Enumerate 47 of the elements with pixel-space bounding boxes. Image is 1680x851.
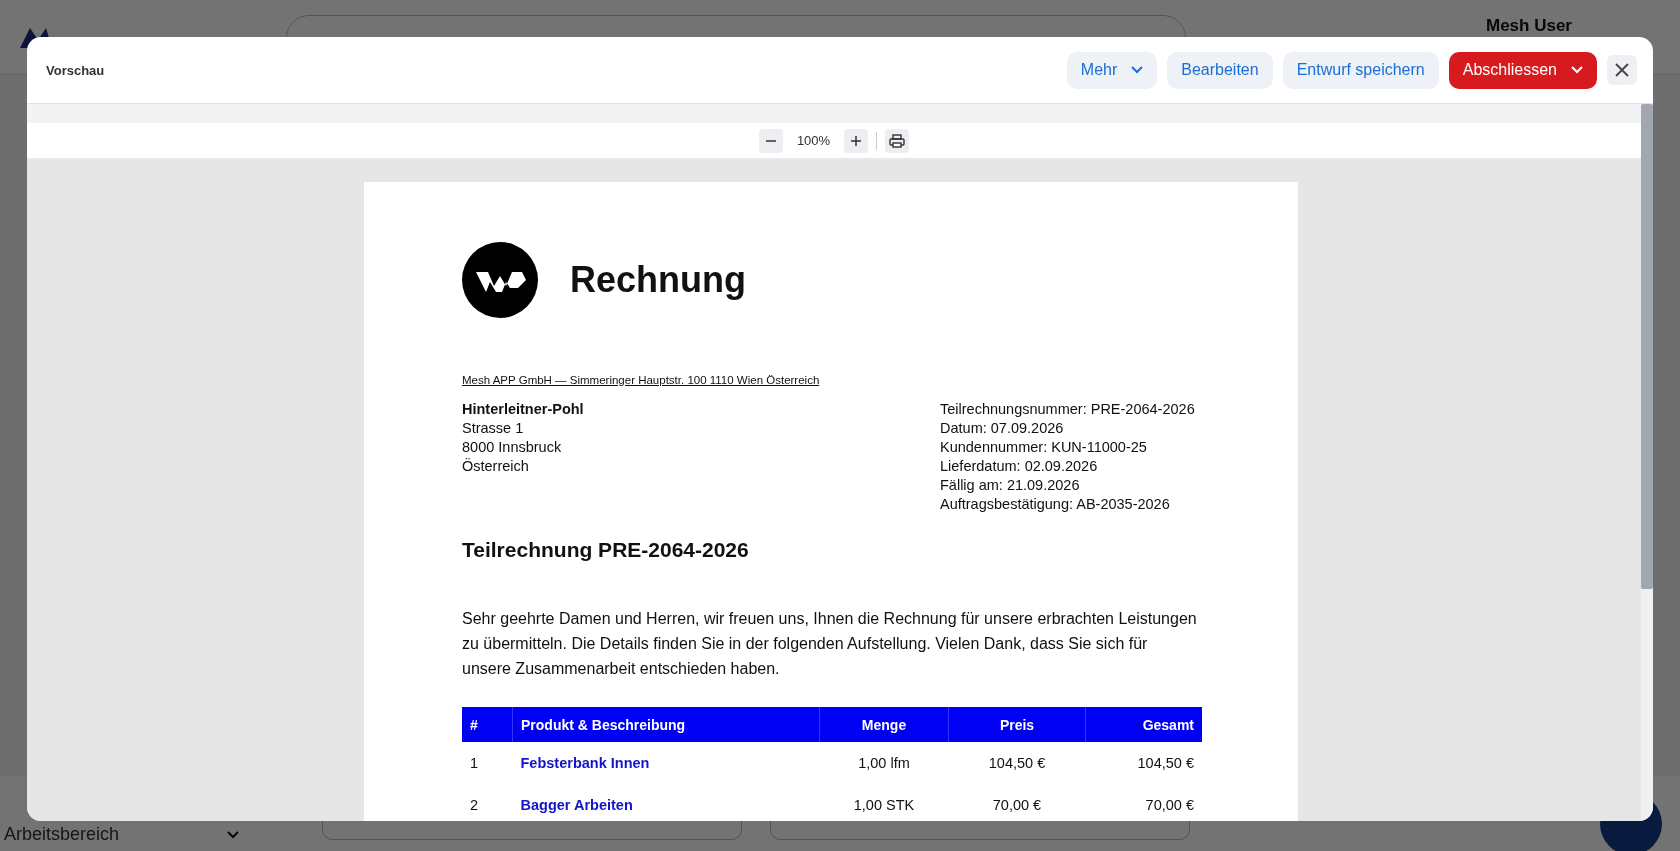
finish-button[interactable]: Abschliessen — [1448, 51, 1597, 89]
zoom-in-button[interactable] — [844, 128, 869, 153]
close-icon — [1615, 63, 1629, 77]
action-button[interactable]: Bearbeiten — [1167, 51, 1273, 89]
printer-icon — [889, 133, 906, 148]
table-cell-text: 2 — [469, 796, 480, 815]
invoice-detail: Fällig am: 21.09.2026 — [940, 476, 1081, 495]
invoice-detail: Teilrechnungsnummer: PRE-2064-2026 — [940, 400, 1196, 419]
close-button[interactable] — [1607, 55, 1637, 85]
column-header: # — [462, 707, 513, 742]
table-cell: 1,00 lfm — [819, 742, 949, 784]
table-cell: 104,50 € — [1085, 742, 1202, 784]
invoice-detail: Lieferdatum: 02.09.2026 — [940, 457, 1099, 476]
column-header: Preis — [948, 707, 1086, 742]
workspace-label: Arbeitsbereich — [4, 824, 120, 845]
column-header: Gesamt — [1085, 707, 1202, 742]
invoice-detail: Auftragsbestätigung: AB-2035-2026 — [940, 495, 1171, 514]
address-line: Österreich — [462, 457, 530, 476]
scrollbar-thumb[interactable] — [1641, 104, 1653, 589]
dialog-title: Vorschau — [46, 62, 105, 78]
zoom-out-button[interactable] — [758, 128, 783, 153]
product-name: Febsterbank Innen — [512, 742, 820, 784]
table-cell-text: 70,00 € — [991, 796, 1043, 815]
address-line: Strasse 1 — [462, 419, 525, 438]
plus-icon — [850, 134, 863, 147]
invoice-detail: Datum: 07.09.2026 — [940, 419, 1065, 438]
table-cell: 104,50 € — [948, 742, 1086, 784]
table-cell-text: 1,00 STK — [852, 796, 916, 815]
table-cell: 1 — [462, 742, 513, 784]
recipient-name: Hinterleitner-Pohl — [462, 400, 584, 419]
product-name: Bagger Arbeiten — [519, 796, 634, 815]
action-button[interactable]: Mehr — [1066, 51, 1158, 89]
column-header: Produkt & Beschreibung — [512, 707, 820, 742]
company-logo-icon — [462, 242, 538, 318]
sender-address: Mesh APP GmbH — Simmeringer Hauptstr. 100 1110 Wien Österreich — [462, 374, 820, 386]
column-header: Menge — [819, 707, 949, 742]
action-button[interactable]: Entwurf speichern — [1282, 51, 1439, 89]
intro-paragraph: Sehr geehrte Damen und Herren, wir freuen uns, Ihnen die Rechnung für unsere erbrachten Leistungen zu übermitteln. Die Details finden Sie in der folgenden Aufstellung. Vielen Dank, dass Sie sich für unsere Zusammenarbeit entschieden haben. — [462, 609, 1198, 679]
table-cell-text: 70,00 € — [1144, 796, 1195, 815]
invoice-detail: Kundennummer: KUN-11000-25 — [940, 438, 1148, 457]
address-line: 8000 Innsbruck — [462, 438, 563, 457]
print-button[interactable] — [885, 128, 910, 153]
invoice-heading: Teilrechnung PRE-2064-2026 — [462, 538, 750, 562]
user-name: Mesh User — [1486, 16, 1572, 36]
zoom-level: 100% — [795, 133, 832, 148]
document-title: Rechnung — [570, 259, 746, 301]
chevron-down-icon — [226, 829, 240, 840]
